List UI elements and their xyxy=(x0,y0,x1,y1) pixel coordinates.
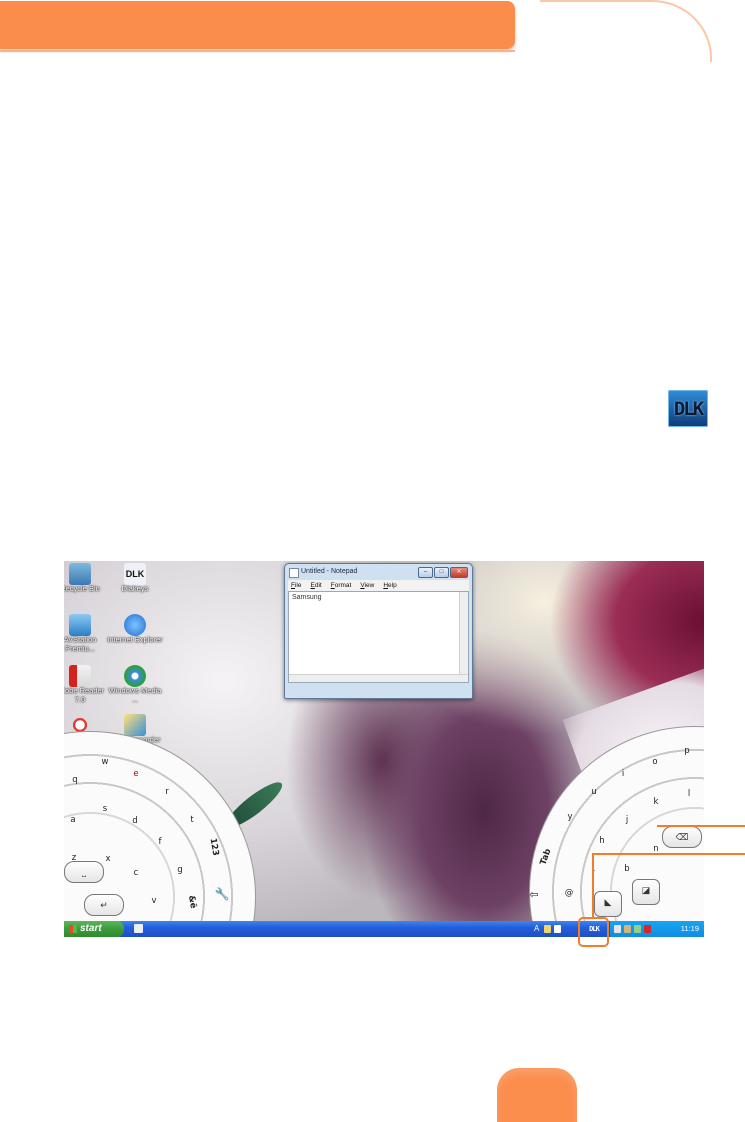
close-button[interactable]: ✕ xyxy=(450,567,468,578)
key-q[interactable]: q xyxy=(67,774,83,786)
wrench-icon[interactable]: 🔧 xyxy=(214,888,230,900)
notepad-titlebar[interactable]: Untitled - Notepad – □ ✕ xyxy=(285,564,472,580)
key-e[interactable]: e xyxy=(128,768,144,780)
key-x[interactable]: x xyxy=(100,853,116,865)
key-g[interactable]: g xyxy=(172,864,188,876)
key-u[interactable]: u xyxy=(586,786,602,798)
space-key[interactable]: ⎵ xyxy=(64,861,104,883)
desktop-icon-adobe-reader[interactable]: Adobe Reader 7.0 xyxy=(64,665,110,704)
desktop-icon-avstation[interactable]: AVStation Premiu... xyxy=(64,614,110,653)
key-i[interactable]: i xyxy=(615,768,631,780)
key-c[interactable]: c xyxy=(128,867,144,879)
language-indicator[interactable]: A xyxy=(534,921,539,937)
page-number-tab xyxy=(497,1068,577,1122)
dlk-tray-highlight xyxy=(578,917,609,947)
key-b[interactable]: b xyxy=(619,863,635,875)
collapse-icon[interactable]: ◣ xyxy=(594,891,622,917)
key-p[interactable]: p xyxy=(679,745,695,757)
system-tray: 11:19 xyxy=(609,921,704,937)
desktop-icon-internet-explorer[interactable]: Internet Explorer xyxy=(105,614,165,645)
key-s[interactable]: s xyxy=(97,803,113,815)
voice-recorder-icon xyxy=(124,714,146,736)
key-d[interactable]: d xyxy=(127,815,143,827)
shift-key[interactable]: ⇦ xyxy=(526,889,542,901)
key-v[interactable]: v xyxy=(146,895,162,907)
windows-media-icon xyxy=(124,665,146,687)
notepad-window[interactable]: Untitled - Notepad – □ ✕ File Edit Forma… xyxy=(284,563,473,699)
tray-hand-icon[interactable] xyxy=(544,925,551,933)
dlk-shortcut-icon: DLK xyxy=(124,563,146,585)
expand-icon[interactable]: ◪ xyxy=(632,879,660,905)
tray-network-icon[interactable] xyxy=(614,925,621,933)
key-w[interactable]: w xyxy=(97,756,113,768)
internet-explorer-icon xyxy=(124,614,146,636)
key-period[interactable]: . xyxy=(586,863,602,875)
menu-format[interactable]: Format xyxy=(331,580,352,591)
quick-launch-icon[interactable] xyxy=(134,924,143,933)
desktop-icon-recycle-bin[interactable]: Recycle Bin xyxy=(64,563,110,594)
menu-view[interactable]: View xyxy=(360,580,374,591)
tray-help-icon[interactable] xyxy=(554,925,561,933)
key-l[interactable]: l xyxy=(681,788,697,800)
start-button[interactable]: start xyxy=(64,921,124,937)
menu-file[interactable]: File xyxy=(291,580,302,591)
callout-connector xyxy=(592,853,594,919)
key-at[interactable]: @ xyxy=(561,887,577,899)
key-o[interactable]: o xyxy=(647,756,663,768)
avstation-icon xyxy=(69,614,91,636)
dlk-icon-text: DLK xyxy=(673,397,704,420)
backspace-key[interactable]: ⌫ xyxy=(662,826,702,848)
key-y[interactable]: y xyxy=(562,811,578,823)
tray-device-icon[interactable] xyxy=(624,925,631,933)
callout-line-keyboard xyxy=(657,825,745,827)
tray-security-icon[interactable] xyxy=(634,925,641,933)
key-h[interactable]: h xyxy=(594,835,610,847)
desktop-icon-dlakeys[interactable]: DLK Dlakeys xyxy=(105,563,165,594)
desktop-icon-windows-media[interactable]: Windows Media ... xyxy=(105,665,165,704)
minimize-button[interactable]: – xyxy=(418,567,433,578)
key-j[interactable]: j xyxy=(619,814,635,826)
key-a[interactable]: a xyxy=(65,814,81,826)
decorative-corner-rule xyxy=(540,0,712,62)
desktop-screenshot: Recycle Bin DLK Dlakeys AVStation Premiu… xyxy=(64,561,704,937)
key-k[interactable]: k xyxy=(648,796,664,808)
notepad-text-area[interactable]: Samsung xyxy=(288,591,469,683)
maximize-button[interactable]: □ xyxy=(434,567,449,578)
recycle-bin-icon xyxy=(69,563,91,585)
section-header-bar xyxy=(0,1,515,49)
callout-line-tray xyxy=(592,853,745,855)
enter-key[interactable]: ↵ xyxy=(84,894,124,916)
notepad-menubar: File Edit Format View Help xyxy=(288,580,469,591)
header-underline xyxy=(0,50,515,52)
tray-antivirus-icon[interactable] xyxy=(644,925,651,933)
menu-help[interactable]: Help xyxy=(383,580,396,591)
horizontal-scrollbar[interactable] xyxy=(289,674,468,682)
menu-edit[interactable]: Edit xyxy=(311,580,322,591)
key-r[interactable]: r xyxy=(159,786,175,798)
clock[interactable]: 11:19 xyxy=(681,921,699,937)
windows-flag-icon xyxy=(69,925,77,933)
adobe-reader-icon xyxy=(69,665,91,687)
notepad-icon xyxy=(289,568,299,578)
key-t[interactable]: t xyxy=(184,814,200,826)
key-f[interactable]: f xyxy=(152,836,168,848)
dlk-icon: DLK xyxy=(668,390,708,427)
vertical-scrollbar[interactable] xyxy=(459,592,468,675)
